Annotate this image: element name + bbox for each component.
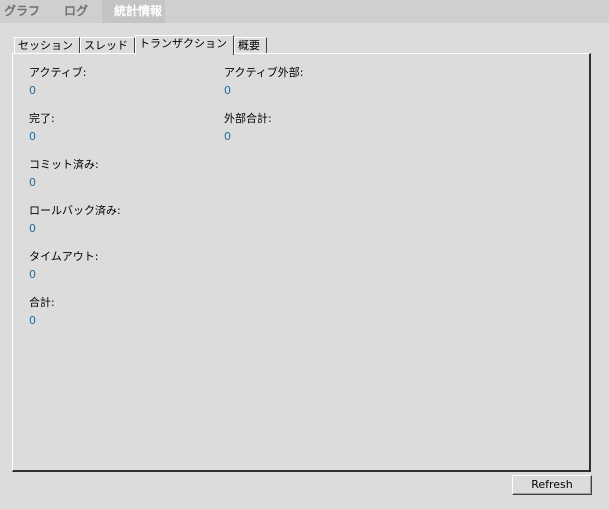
stat-timeout: タイムアウト: 0 [29,250,99,282]
tab-threads[interactable]: スレッド [80,37,135,54]
stat-active-label: アクティブ: [29,66,87,79]
tab-sessions[interactable]: セッション [14,37,80,54]
stat-rolledback-label: ロールバック済み: [29,204,121,217]
stat-external-total: 外部合計: 0 [224,112,272,144]
stat-completed-label: 完了: [29,112,55,125]
tab-log[interactable]: ログ [64,0,88,23]
stat-total: 合計: 0 [29,296,55,328]
tab-transactions[interactable]: トランザクション [135,35,234,55]
stat-committed: コミット済み: 0 [29,158,99,190]
stat-rolledback-value: 0 [29,222,36,235]
stat-total-label: 合計: [29,296,55,309]
stat-committed-value: 0 [29,176,36,189]
stat-completed-value: 0 [29,130,36,143]
stat-completed: 完了: 0 [29,112,55,144]
top-menu-bar: グラフ ログ 統計情報 [0,0,609,23]
stat-external-total-label: 外部合計: [224,112,272,125]
stat-active-external-value: 0 [224,84,231,97]
stat-active-external-label: アクティブ外部: [224,66,304,79]
stat-active: アクティブ: 0 [29,66,87,98]
statistics-window: グラフ ログ 統計情報 セッション スレッド トランザクション 概要 アクティブ… [0,0,609,509]
stat-committed-label: コミット済み: [29,158,99,171]
stat-active-external: アクティブ外部: 0 [224,66,304,98]
transactions-panel: アクティブ: 0 完了: 0 コミット済み: 0 ロールバック済み: 0 タイム… [12,53,591,472]
refresh-button[interactable]: Refresh [512,475,592,495]
stat-active-value: 0 [29,84,36,97]
stat-timeout-value: 0 [29,268,36,281]
tab-summary[interactable]: 概要 [234,37,267,54]
stat-timeout-label: タイムアウト: [29,250,99,263]
stat-rolledback: ロールバック済み: 0 [29,204,121,236]
stat-external-total-value: 0 [224,130,231,143]
tab-graph[interactable]: グラフ [4,0,40,23]
tab-statistics[interactable]: 統計情報 [102,0,165,23]
stat-total-value: 0 [29,314,36,327]
